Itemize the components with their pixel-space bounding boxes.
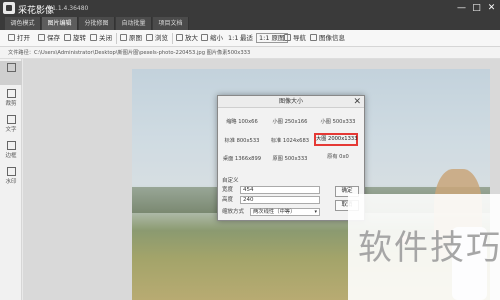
- image-icon: [120, 34, 127, 41]
- toolbar-divider: [116, 33, 117, 44]
- watermark-icon: [6, 167, 16, 176]
- close-icon: [90, 34, 97, 41]
- close-window-button[interactable]: ✕: [486, 3, 497, 13]
- height-label: 高度: [222, 197, 234, 203]
- save-button[interactable]: 保存: [38, 33, 60, 44]
- tool-sidebar: 裁剪 文字 边框 水印: [0, 59, 22, 300]
- chevron-down-icon: ▾: [314, 209, 317, 215]
- tab-batch-retouch[interactable]: 分批修图: [79, 17, 115, 30]
- tab-color-mode[interactable]: 调色模式: [5, 17, 41, 30]
- save-icon: [38, 34, 45, 41]
- toolbar: 打开 保存 旋转 关闭 原图 浏览 放大 缩小 1:1 最适 1:1 原图 导航…: [0, 30, 500, 47]
- zoom-out-button[interactable]: 缩小: [201, 33, 223, 44]
- image-info-button[interactable]: 图像信息: [310, 33, 345, 44]
- browse-button[interactable]: 浏览: [146, 33, 168, 44]
- image-size-dialog: 图像大小 ✕ 缩略 100x66 小图 250x166 小图 500x333 标…: [217, 95, 365, 221]
- preset-small-500x333[interactable]: 小图 500x333: [318, 117, 358, 127]
- preset-desktop-1366x899[interactable]: 桌面 1366x899: [222, 154, 262, 164]
- preset-original-500x333[interactable]: 原图 500x333: [270, 154, 310, 164]
- width-label: 宽度: [222, 187, 234, 193]
- dialog-title: 图像大小: [218, 96, 364, 108]
- preset-standard-1024x683[interactable]: 标准 1024x683: [270, 136, 310, 146]
- plus-icon: [8, 34, 15, 41]
- toolbar-divider: [172, 33, 173, 44]
- navigator-icon: [284, 34, 291, 41]
- scale-method-select[interactable]: 两次线性（中等） ▾: [250, 208, 320, 216]
- ratio-button[interactable]: 1:1: [228, 33, 238, 44]
- zoom-in-button[interactable]: 放大: [176, 33, 198, 44]
- rotate-button[interactable]: 旋转: [64, 33, 86, 44]
- tab-project-docs[interactable]: 项目文档: [153, 17, 189, 30]
- preset-thumb-100x66[interactable]: 缩略 100x66: [222, 117, 262, 127]
- close-image-button[interactable]: 关闭: [90, 33, 112, 44]
- app-logo-icon: [3, 2, 15, 14]
- app-version: V1.1.4.36480: [48, 5, 89, 12]
- dialog-close-button[interactable]: ✕: [353, 97, 361, 107]
- resize-icon: [6, 63, 16, 72]
- info-icon: [310, 34, 317, 41]
- preset-standard-800x533[interactable]: 标准 800x533: [222, 136, 262, 146]
- height-input[interactable]: 240: [240, 196, 320, 204]
- preset-large-2000x1333[interactable]: 大图 2000x1333: [314, 133, 358, 146]
- fit-button[interactable]: 最适: [240, 33, 253, 44]
- tab-image-edit[interactable]: 图片编辑: [42, 17, 78, 30]
- sidebar-item-border[interactable]: 边框: [0, 139, 22, 163]
- sidebar-item-watermark[interactable]: 水印: [0, 165, 22, 189]
- open-button[interactable]: 打开: [8, 33, 30, 44]
- zoom-in-icon: [176, 34, 183, 41]
- text-icon: [6, 115, 16, 124]
- original-image-button[interactable]: 原图: [120, 33, 142, 44]
- rotate-icon: [64, 34, 71, 41]
- tab-auto-batch[interactable]: 自动批量: [116, 17, 152, 30]
- title-bar: 采花影像 V1.1.4.36480 — □ ✕: [0, 0, 500, 17]
- watermark-text: 软件技巧: [358, 228, 500, 268]
- border-icon: [6, 141, 16, 150]
- minimize-button[interactable]: —: [456, 3, 467, 13]
- file-path-bar: 文件路径：C:\Users\Administrator\Desktop\新图片图…: [0, 47, 500, 59]
- folder-icon: [146, 34, 153, 41]
- width-input[interactable]: 454: [240, 186, 320, 194]
- preset-keep-0x0[interactable]: 原有 0x0: [318, 152, 358, 162]
- sidebar-item-crop[interactable]: 裁剪: [0, 87, 22, 111]
- zoom-out-icon: [201, 34, 208, 41]
- watermark-overlay: 软件技巧: [348, 194, 500, 300]
- main-tabs: 调色模式 图片编辑 分批修图 自动批量 项目文档: [0, 17, 500, 30]
- scale-method-label: 缩放方式: [222, 209, 245, 215]
- navigator-button[interactable]: 导航: [284, 33, 306, 44]
- maximize-button[interactable]: □: [471, 3, 482, 13]
- original-size-button[interactable]: 1:1 原图: [256, 33, 288, 44]
- preset-small-250x166[interactable]: 小图 250x166: [270, 117, 310, 127]
- crop-icon: [6, 89, 16, 98]
- sidebar-item-resize[interactable]: [0, 61, 22, 85]
- custom-section-label: 自定义: [222, 178, 239, 184]
- sidebar-item-text[interactable]: 文字: [0, 113, 22, 137]
